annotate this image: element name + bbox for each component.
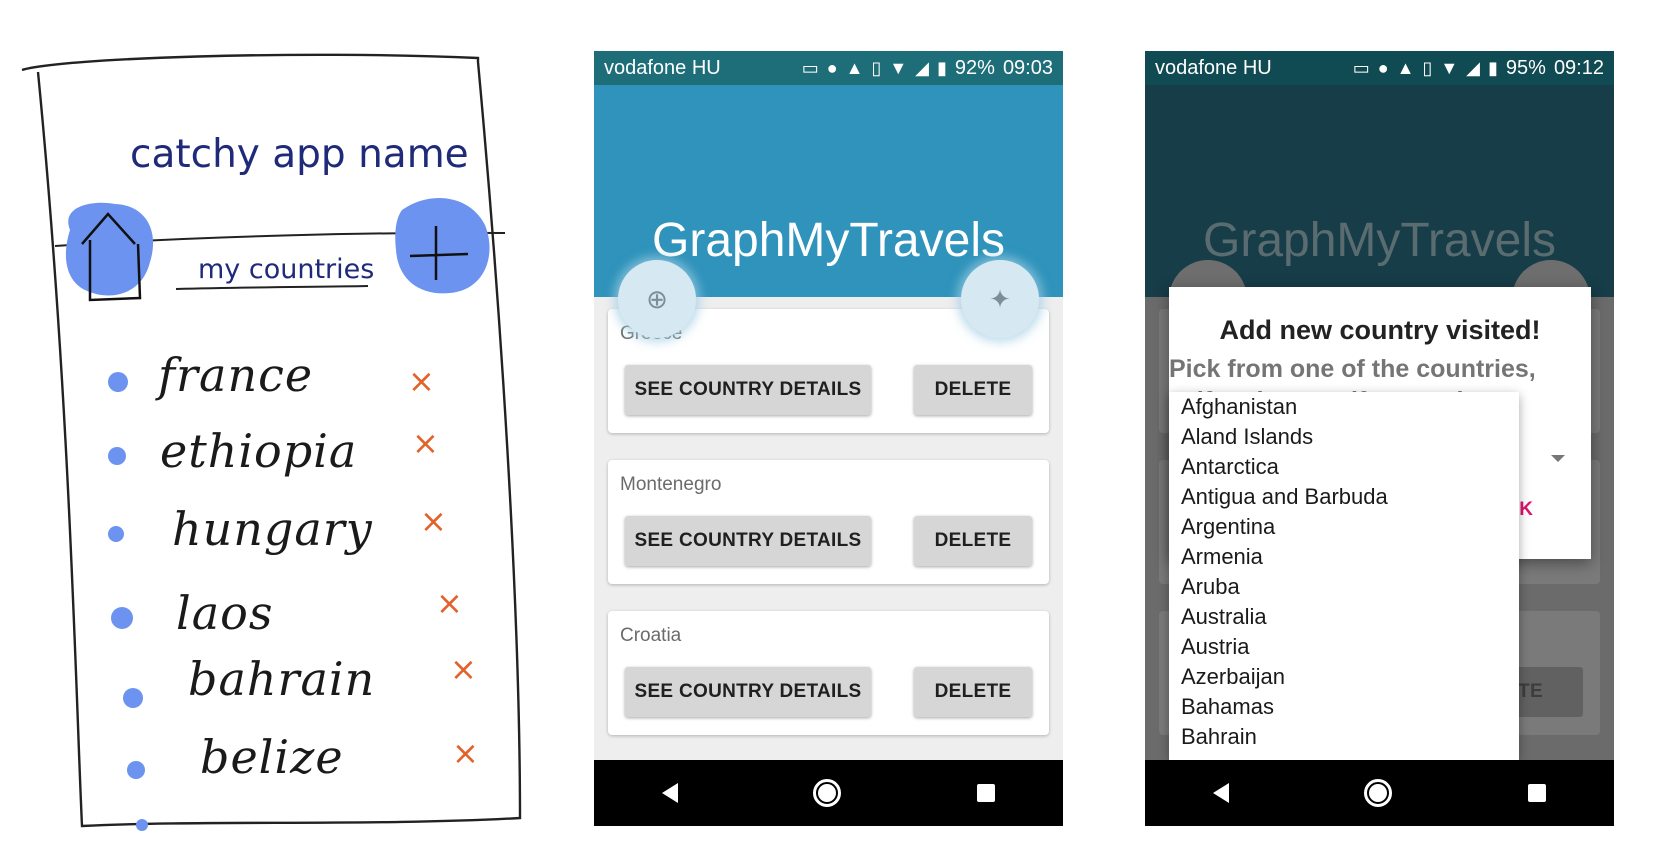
dropdown-option[interactable]: Afghanistan — [1169, 392, 1519, 422]
compass-icon: ✦ — [989, 283, 1011, 314]
recents-icon[interactable] — [1528, 784, 1547, 802]
home-icon[interactable] — [813, 779, 842, 807]
recents-icon[interactable] — [977, 784, 996, 802]
country-dropdown-list: Afghanistan Aland Islands Antarctica Antigu… — [1169, 392, 1519, 760]
bullet-icon — [136, 819, 148, 831]
globe-fab-button[interactable]: ⊕ — [618, 260, 696, 338]
back-icon[interactable] — [1212, 783, 1229, 803]
country-name: Croatia — [620, 625, 682, 646]
see-country-details-button[interactable]: SEE COUNTRY DETAILS — [625, 667, 871, 717]
status-bar: vodafone HU ▭ ● ▲ ▯ ▼ ◢ ▮ 95% 09:12 — [1145, 51, 1614, 85]
sketch-list-item: bahrain — [188, 652, 376, 706]
chat-icon: ● — [826, 58, 838, 78]
wifi-icon: ▼ — [889, 58, 908, 78]
sketch-list-item: laos — [176, 586, 274, 640]
country-card: Montenegro SEE COUNTRY DETAILS DELETE — [608, 460, 1049, 584]
dropdown-option[interactable]: Aland Islands — [1169, 422, 1519, 452]
dialog-message-line: Pick from one of the countries, — [1169, 355, 1536, 383]
wireframe-sketch: catchy app name my countries france ethi… — [0, 0, 540, 866]
clock: 09:12 — [1553, 56, 1604, 79]
carrier-name: vodafone HU — [1155, 56, 1272, 79]
battery-icon: ▮ — [1488, 58, 1498, 78]
sketch-list-item: belize — [200, 730, 344, 784]
dropdown-option[interactable]: Armenia — [1169, 542, 1519, 572]
chat-icon: ● — [1377, 58, 1389, 78]
delete-button[interactable]: DELETE — [914, 667, 1032, 717]
bullet-icon — [108, 372, 128, 392]
dropdown-option[interactable]: Antarctica — [1169, 452, 1519, 482]
dialog-title: Add new country visited! — [1219, 315, 1541, 345]
wifi-icon: ▼ — [1440, 58, 1459, 78]
see-country-details-button[interactable]: SEE COUNTRY DETAILS — [625, 516, 871, 566]
sketch-list-item: ethiopia — [160, 424, 358, 478]
dropdown-option[interactable]: Bahrain — [1169, 722, 1519, 752]
dropdown-option[interactable]: Azerbaijan — [1169, 662, 1519, 692]
dropdown-option[interactable]: Australia — [1169, 602, 1519, 632]
bullet-icon — [111, 607, 133, 629]
nav-bar — [1145, 760, 1614, 826]
clock: 09:03 — [1002, 56, 1053, 79]
bullet-icon — [108, 526, 124, 542]
country-card: Croatia SEE COUNTRY DETAILS DELETE — [608, 611, 1049, 735]
globe-icon: ⊕ — [646, 283, 668, 314]
sketch-subtitle: my countries — [198, 254, 375, 285]
delete-button[interactable]: DELETE — [914, 516, 1032, 566]
signal-icon: ◢ — [915, 58, 929, 78]
country-name: Montenegro — [620, 474, 722, 495]
dropdown-option[interactable]: Argentina — [1169, 512, 1519, 542]
status-bar: vodafone HU ▭ ● ▲ ▯ ▼ ◢ ▮ 92% 09:03 — [594, 51, 1063, 85]
message-icon: ▭ — [801, 58, 819, 78]
bullet-icon — [123, 688, 143, 708]
sketch-remove-mark: × — [450, 650, 477, 688]
phone-screen-add-dialog: vodafone HU ▭ ● ▲ ▯ ▼ ◢ ▮ 95% 09:12 Grap… — [1145, 51, 1614, 826]
battery-icon: ▮ — [937, 58, 947, 78]
sketch-app-title: catchy app name — [130, 132, 469, 177]
sketch-remove-mark: × — [420, 502, 447, 540]
warning-icon: ▲ — [845, 58, 864, 78]
dropdown-option[interactable]: Antigua and Barbuda — [1169, 482, 1519, 512]
back-icon[interactable] — [661, 783, 678, 803]
nav-bar — [594, 760, 1063, 826]
bullet-icon — [127, 761, 145, 779]
plus-icon — [395, 198, 490, 294]
warning-icon: ▲ — [1396, 58, 1415, 78]
dropdown-arrow-icon[interactable] — [1551, 455, 1565, 462]
sketch-subtitle-underline — [175, 285, 369, 290]
delete-button[interactable]: DELETE — [914, 365, 1032, 415]
bullet-icon — [108, 447, 126, 465]
status-icons: ▭ ● ▲ ▯ ▼ ◢ ▮ 92% 09:03 — [802, 57, 1053, 80]
status-icons: ▭ ● ▲ ▯ ▼ ◢ ▮ 95% 09:12 — [1353, 57, 1604, 80]
battery-percent: 92% — [954, 56, 995, 79]
sketch-remove-mark: × — [408, 362, 435, 400]
sketch-remove-mark: × — [452, 734, 479, 772]
dropdown-option[interactable]: Austria — [1169, 632, 1519, 662]
dropdown-option[interactable]: Bahamas — [1169, 692, 1519, 722]
see-country-details-button[interactable]: SEE COUNTRY DETAILS — [625, 365, 871, 415]
phone-screen-list: vodafone HU ▭ ● ▲ ▯ ▼ ◢ ▮ 92% 09:03 Grap… — [594, 51, 1063, 826]
sketch-list-item: hungary — [172, 502, 373, 556]
sketch-remove-mark: × — [436, 584, 463, 622]
signal-icon: ◢ — [1466, 58, 1480, 78]
dropdown-option[interactable]: Aruba — [1169, 572, 1519, 602]
battery-percent: 95% — [1505, 56, 1546, 79]
message-icon: ▭ — [1352, 58, 1370, 78]
house-icon — [65, 202, 154, 302]
compass-fab-button[interactable]: ✦ — [961, 260, 1039, 338]
carrier-name: vodafone HU — [604, 56, 721, 79]
sketch-list-item: france — [158, 348, 314, 402]
vibrate-icon: ▯ — [1422, 58, 1433, 78]
vibrate-icon: ▯ — [871, 58, 882, 78]
sketch-remove-mark: × — [412, 424, 439, 462]
sketch-bullets — [108, 372, 148, 831]
home-icon[interactable] — [1364, 779, 1393, 807]
